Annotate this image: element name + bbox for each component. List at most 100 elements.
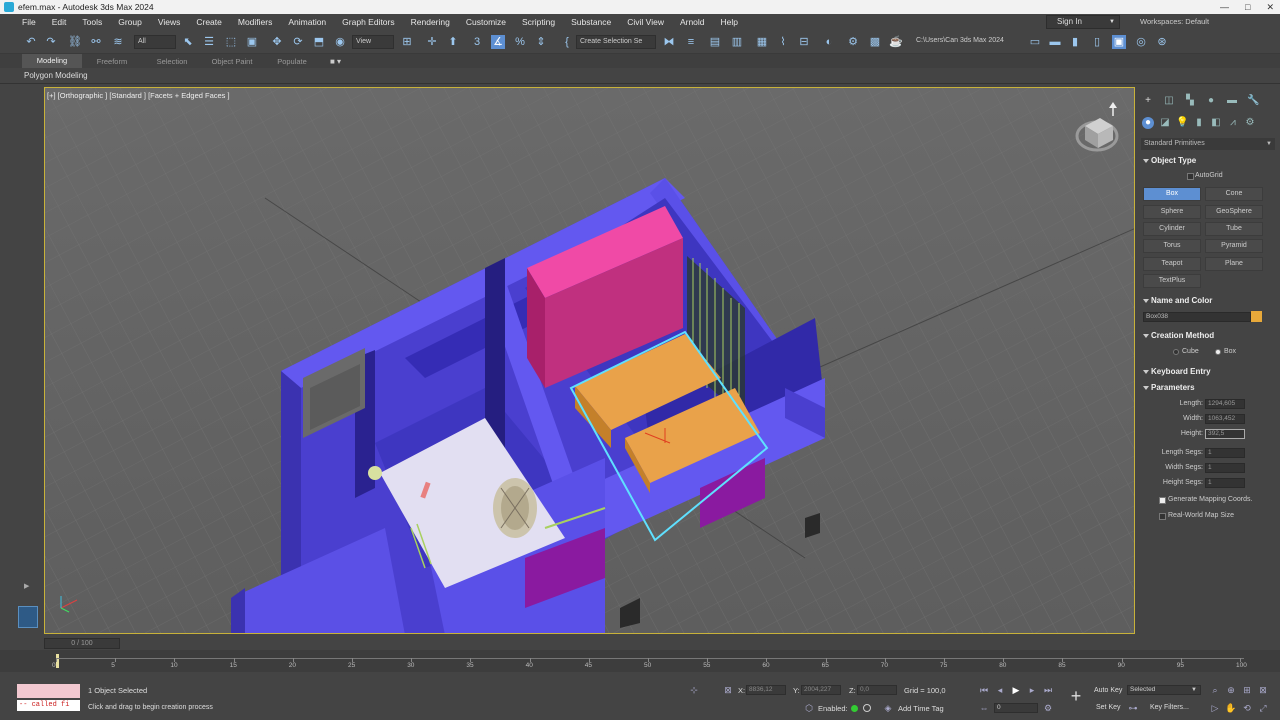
tab-populate[interactable]: Populate xyxy=(262,57,322,66)
pivot-center-icon[interactable]: ⊞ xyxy=(400,35,414,49)
utilities-tab-icon[interactable]: 🔧 xyxy=(1247,95,1259,107)
edit-named-selection-icon[interactable]: { xyxy=(560,35,574,49)
expand-arrow-icon[interactable]: ▶ xyxy=(24,582,29,590)
object-name-field[interactable]: Box038 xyxy=(1143,312,1251,322)
arnold-icon[interactable]: ◎ xyxy=(1134,35,1148,49)
x-coordinate-field[interactable]: 8836,12 xyxy=(746,685,786,695)
height-field[interactable]: 392,5 xyxy=(1205,429,1245,439)
scene-explorer-icon[interactable]: ▤ xyxy=(708,35,722,49)
field-of-view-icon[interactable]: ▷ xyxy=(1209,702,1221,714)
real-world-checkbox[interactable] xyxy=(1159,513,1166,520)
rendered-frame-icon[interactable]: ▩ xyxy=(868,35,882,49)
menu-civil-view[interactable]: Civil View xyxy=(619,17,672,27)
selection-filter-dropdown[interactable]: All xyxy=(134,35,176,49)
rollout-parameters[interactable]: Parameters xyxy=(1141,382,1275,394)
link-icon[interactable]: ⛓ xyxy=(68,35,82,49)
maximize-button[interactable]: □ xyxy=(1245,2,1250,12)
current-frame-field[interactable]: 0 xyxy=(994,703,1038,713)
track-bar[interactable] xyxy=(0,650,1280,672)
curve-editor-icon[interactable]: ⌇ xyxy=(776,35,790,49)
undo-icon[interactable]: ↶ xyxy=(24,35,38,49)
goto-end-icon[interactable]: ⏭ xyxy=(1042,684,1054,696)
named-selection-dropdown[interactable]: Create Selection Se xyxy=(576,35,656,49)
key-filters-icon[interactable]: ⊶ xyxy=(1127,702,1139,714)
render-icon[interactable]: ☕ xyxy=(889,35,903,49)
play-icon[interactable]: ▶ xyxy=(1010,684,1022,696)
teapot-button[interactable]: Teapot xyxy=(1143,257,1201,271)
box-radio[interactable] xyxy=(1215,349,1221,355)
height-segs-field[interactable]: 1 xyxy=(1205,478,1245,488)
menu-scripting[interactable]: Scripting xyxy=(514,17,563,27)
key-mode-icon[interactable]: ⇔ xyxy=(978,702,990,714)
time-tag-icon[interactable] xyxy=(863,704,871,712)
zoom-extents-icon[interactable]: ⊞ xyxy=(1241,684,1253,696)
mirror-icon[interactable]: ⧓ xyxy=(662,35,676,49)
menu-views[interactable]: Views xyxy=(150,17,189,27)
cameras-icon[interactable]: ▮ xyxy=(1193,117,1205,129)
width-segs-field[interactable]: 1 xyxy=(1205,463,1245,473)
unlink-icon[interactable]: ⚯ xyxy=(89,35,103,49)
lights-icon[interactable]: 💡 xyxy=(1176,117,1188,129)
box-button[interactable]: Box xyxy=(1143,187,1201,201)
keyboard-shortcut-icon[interactable]: ⬆ xyxy=(446,35,460,49)
sphere-button[interactable]: Sphere xyxy=(1143,205,1201,219)
spinner-snap-icon[interactable]: ⇕ xyxy=(534,35,548,49)
menu-edit[interactable]: Edit xyxy=(44,17,75,27)
project-folder-icon[interactable]: ▭ xyxy=(1028,35,1042,49)
zoom-icon[interactable]: ⌕ xyxy=(1209,684,1221,696)
object-color-swatch[interactable] xyxy=(1251,311,1262,322)
window-crossing-icon[interactable]: ▣ xyxy=(245,35,259,49)
set-key-big-icon[interactable]: + xyxy=(1066,686,1086,706)
schematic-view-icon[interactable]: ⊟ xyxy=(797,35,811,49)
select-object-icon[interactable]: ⬉ xyxy=(181,35,195,49)
menu-modifiers[interactable]: Modifiers xyxy=(230,17,280,27)
move-icon[interactable]: ✥ xyxy=(270,35,284,49)
active-viewport-icon[interactable]: ▣ xyxy=(1112,35,1126,49)
angle-snap-icon[interactable]: ∡ xyxy=(491,35,505,49)
material-editor-icon[interactable]: ◐ xyxy=(822,35,836,49)
time-config-icon[interactable]: ⚙ xyxy=(1042,702,1054,714)
percent-snap-icon[interactable]: % xyxy=(513,35,527,49)
rect-selection-icon[interactable]: ⬚ xyxy=(224,35,238,49)
layer-explorer-icon[interactable]: ▥ xyxy=(730,35,744,49)
menu-create[interactable]: Create xyxy=(188,17,230,27)
helpers-icon[interactable]: ◧ xyxy=(1210,117,1222,129)
length-field[interactable]: 1294,605 xyxy=(1205,399,1245,409)
key-filters-button[interactable]: Key Filters... xyxy=(1150,704,1189,711)
set-key-button[interactable]: Set Key xyxy=(1096,704,1121,711)
auto-key-button[interactable]: Auto Key xyxy=(1094,687,1122,694)
zoom-extents-all-icon[interactable]: ⊠ xyxy=(1257,684,1269,696)
select-by-name-icon[interactable]: ☰ xyxy=(202,35,216,49)
goto-start-icon[interactable]: ⏮ xyxy=(978,684,990,696)
ribbon-options-icon[interactable]: ■ ▾ xyxy=(330,57,341,66)
menu-help[interactable]: Help xyxy=(713,17,746,27)
plant-object[interactable] xyxy=(493,478,537,538)
width-field[interactable]: 1063,452 xyxy=(1205,414,1245,424)
cone-button[interactable]: Cone xyxy=(1205,187,1263,201)
menu-graph-editors[interactable]: Graph Editors xyxy=(334,17,402,27)
viewport-label[interactable]: [+] [Orthographic ] [Standard ] [Facets … xyxy=(47,91,230,100)
shapes-icon[interactable]: ◪ xyxy=(1159,117,1171,129)
render-setup-icon[interactable]: ⚙ xyxy=(846,35,860,49)
project-path[interactable]: C:\Users\Can 3ds Max 2024 xyxy=(913,35,1023,49)
tag-icon[interactable]: ◈ xyxy=(882,702,894,714)
tab-selection[interactable]: Selection xyxy=(142,57,202,66)
pan-icon[interactable]: ✋ xyxy=(1225,702,1237,714)
rotate-icon[interactable]: ⟳ xyxy=(291,35,305,49)
save-icon[interactable]: ▮ xyxy=(1068,35,1082,49)
textplus-button[interactable]: TextPlus xyxy=(1143,274,1201,288)
rollout-object-type[interactable]: Object Type xyxy=(1141,155,1275,167)
isolate-selection-icon[interactable]: ⊹ xyxy=(688,684,700,696)
cube-radio[interactable] xyxy=(1173,349,1179,355)
motion-tab-icon[interactable]: ● xyxy=(1205,95,1217,107)
help-icon[interactable]: ⊛ xyxy=(1155,35,1169,49)
tube-button[interactable]: Tube xyxy=(1205,222,1263,236)
systems-icon[interactable]: ⚙ xyxy=(1244,117,1256,129)
category-dropdown[interactable]: Standard Primitives ▼ xyxy=(1141,138,1275,150)
cylinder-button[interactable]: Cylinder xyxy=(1143,222,1201,236)
align-icon[interactable]: ≡ xyxy=(684,35,698,49)
y-coordinate-field[interactable]: 2004,227 xyxy=(801,685,841,695)
scale-icon[interactable]: ⬒ xyxy=(312,35,326,49)
gen-mapping-checkbox[interactable] xyxy=(1159,497,1166,504)
autogrid-checkbox[interactable] xyxy=(1187,173,1194,180)
